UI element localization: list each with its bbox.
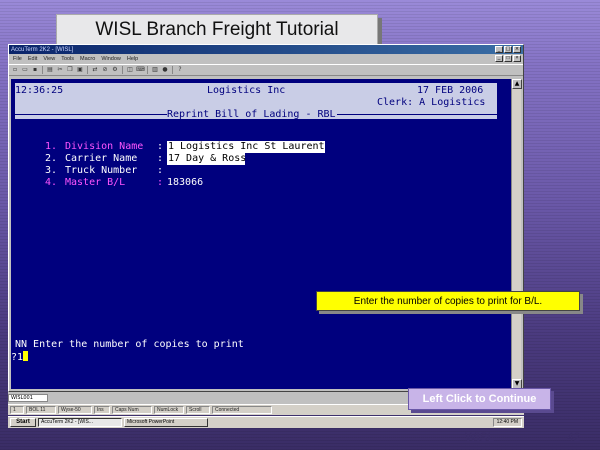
toolbar-separator — [87, 66, 88, 74]
status-cell: 1 — [10, 406, 24, 414]
field-label-master-bl: Master B/L — [65, 177, 126, 188]
menu-tools[interactable]: Tools — [61, 56, 74, 62]
minimize-button[interactable]: _ — [495, 46, 503, 53]
toolbar-separator — [122, 66, 123, 74]
input-prefix: ?1 — [11, 352, 24, 363]
menu-help[interactable]: Help — [127, 56, 138, 62]
taskbar: Start AccuTerm 2K2 - [WIS... Microsoft P… — [8, 416, 524, 428]
menu-window[interactable]: Window — [101, 56, 121, 62]
open-icon[interactable]: ▭ — [21, 66, 29, 74]
macro-icon[interactable]: ▥ — [151, 66, 159, 74]
field-label-division: Division Name — [65, 141, 144, 152]
status-cell: Connected — [212, 406, 272, 414]
window-title: AccuTerm 2K2 - [WISL] — [11, 46, 74, 53]
status-cell: Caps Num — [112, 406, 152, 414]
scroll-up-icon[interactable]: ▲ — [512, 79, 522, 89]
help-icon[interactable]: ? — [176, 66, 184, 74]
field-colon: : — [157, 141, 164, 152]
new-icon[interactable]: ▫ — [11, 66, 19, 74]
terminal-date: 17 FEB 2006 — [417, 85, 484, 96]
division-name-field[interactable]: 1 Logistics Inc St Laurent — [167, 141, 325, 153]
menu-edit[interactable]: Edit — [28, 56, 37, 62]
paste-icon[interactable]: ▣ — [76, 66, 84, 74]
mdi-minimize-button[interactable]: _ — [495, 55, 503, 62]
mdi-close-button[interactable]: × — [513, 55, 521, 62]
carrier-name-field[interactable]: 17 Day & Ross — [167, 153, 246, 165]
continue-button[interactable]: Left Click to Continue — [408, 388, 551, 410]
terminal-window: AccuTerm 2K2 - [WISL] _ □ × File Edit Vi… — [8, 44, 524, 392]
status-cell: Ins — [94, 406, 110, 414]
page-number: 42 — [567, 430, 581, 444]
close-button[interactable]: × — [513, 46, 521, 53]
field-label-carrier: Carrier Name — [65, 153, 138, 164]
field-label-truck: Truck Number — [65, 165, 138, 176]
toolbar-separator — [172, 66, 173, 74]
toolbar: ▫ ▭ ▪ ▤ ✂ ❐ ▣ ⇄ ⊘ ⚙ ◫ ⌨ ▥ ● ? — [9, 64, 523, 76]
vertical-scrollbar[interactable]: ▲ ▼ — [511, 79, 522, 389]
save-icon[interactable]: ▪ — [31, 66, 39, 74]
keyboard-icon[interactable]: ⌨ — [136, 66, 145, 74]
start-button[interactable]: Start — [10, 418, 36, 427]
status-cell: Scroll — [186, 406, 210, 414]
taskbar-item[interactable]: AccuTerm 2K2 - [WIS... — [38, 418, 122, 427]
maximize-button[interactable]: □ — [504, 46, 512, 53]
text-cursor — [23, 351, 29, 361]
prompt-message: NN Enter the number of copies to print — [15, 339, 244, 350]
master-bl-field[interactable]: 183066 — [167, 177, 203, 189]
toolbar-separator — [42, 66, 43, 74]
status-cell: Wyse-50 — [58, 406, 92, 414]
field-number: 4. — [45, 177, 58, 188]
menubar: File Edit View Tools Macro Window Help _… — [9, 54, 523, 64]
field-number: 1. — [45, 141, 58, 152]
copy-icon[interactable]: ❐ — [66, 66, 74, 74]
screen-title: Reprint Bill of Lading - RBL — [167, 109, 336, 120]
taskbar-item[interactable]: Microsoft PowerPoint — [124, 418, 208, 427]
instruction-callout: Enter the number of copies to print for … — [316, 291, 580, 311]
toolbar-separator — [147, 66, 148, 74]
header-rule-left — [15, 114, 167, 115]
session-tab[interactable]: WISL001 — [8, 394, 48, 402]
terminal-clerk: Clerk: A Logistics — [377, 97, 486, 108]
header-rule-right — [337, 114, 497, 115]
settings-icon[interactable]: ⚙ — [111, 66, 119, 74]
menu-macro[interactable]: Macro — [80, 56, 95, 62]
system-clock: 12:40 PM — [492, 418, 522, 427]
mdi-restore-button[interactable]: □ — [504, 55, 512, 62]
tutorial-title: WISL Branch Freight Tutorial — [56, 14, 378, 46]
field-number: 3. — [45, 165, 58, 176]
cut-icon[interactable]: ✂ — [56, 66, 64, 74]
menu-view[interactable]: View — [43, 56, 55, 62]
status-cell: BOL 11 — [26, 406, 56, 414]
record-icon[interactable]: ● — [161, 66, 169, 74]
command-input[interactable]: ?1 — [11, 351, 29, 364]
disconnect-icon[interactable]: ⊘ — [101, 66, 109, 74]
footer-brand: WISL — [465, 430, 495, 444]
status-cell: NumLock — [154, 406, 184, 414]
connect-icon[interactable]: ⇄ — [91, 66, 99, 74]
field-colon: : — [157, 177, 164, 188]
terminal-company: Logistics Inc — [207, 85, 286, 96]
terminal-time: 12:36:25 — [15, 85, 64, 96]
capture-icon[interactable]: ◫ — [126, 66, 134, 74]
print-icon[interactable]: ▤ — [46, 66, 54, 74]
terminal-screen[interactable]: 12:36:25 Logistics Inc 17 FEB 2006 Clerk… — [11, 79, 511, 389]
menu-file[interactable]: File — [13, 56, 22, 62]
field-colon: : — [157, 165, 164, 176]
field-colon: : — [157, 153, 164, 164]
window-titlebar: AccuTerm 2K2 - [WISL] _ □ × — [9, 45, 523, 54]
field-number: 2. — [45, 153, 58, 164]
